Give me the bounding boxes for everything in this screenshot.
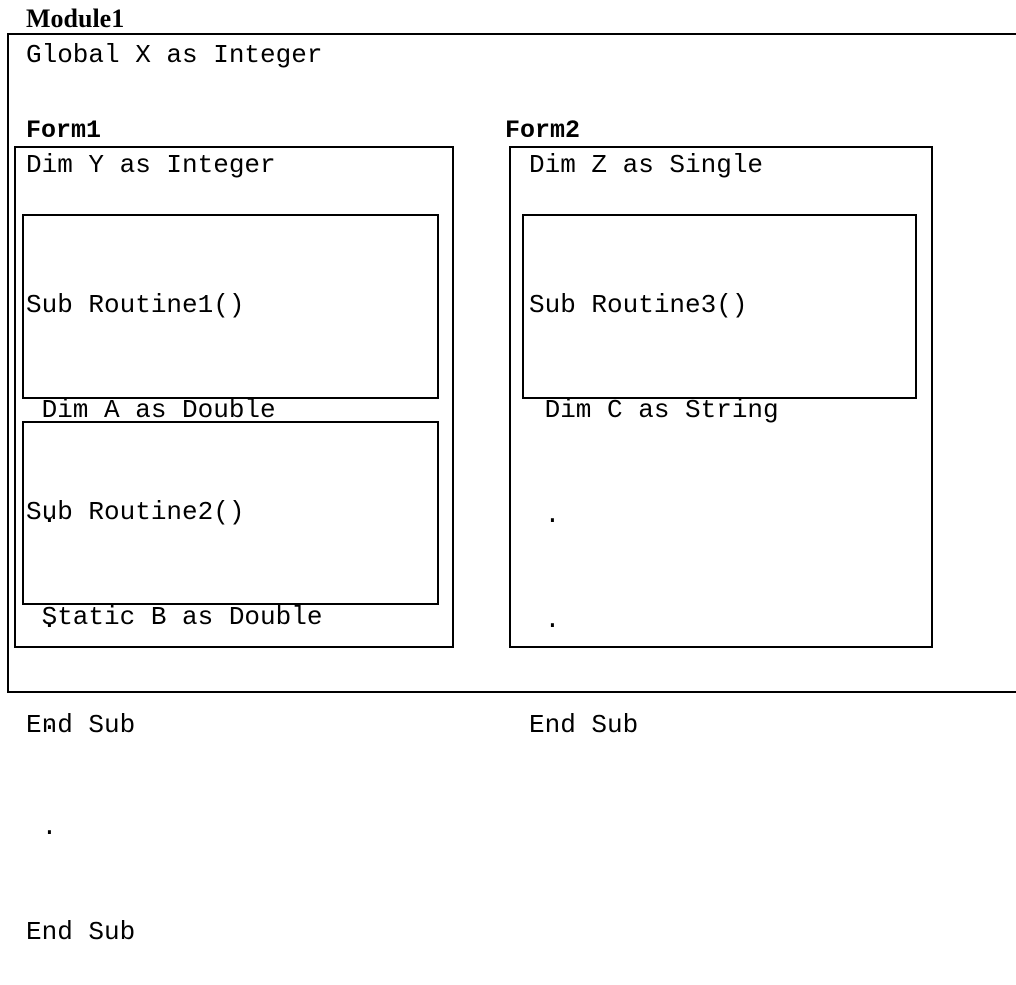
routine2-line: .: [26, 812, 58, 842]
module-declaration: Global X as Integer: [26, 40, 323, 70]
routine2-line: End Sub: [26, 917, 136, 947]
routine3-line: Sub Routine3(): [529, 290, 748, 320]
form1-label: Form1: [26, 116, 102, 145]
routine2-code: Sub Routine2() Static B as Double . . En…: [26, 425, 322, 985]
routine3-line: Dim C as String: [529, 395, 779, 425]
routine3-line: .: [529, 500, 561, 530]
module-title: Module1: [26, 4, 125, 33]
form2-label: Form2: [505, 116, 581, 145]
routine3-line: .: [529, 605, 561, 635]
form1-declaration: Dim Y as Integer: [26, 150, 276, 180]
routine2-line: .: [26, 707, 58, 737]
routine3-line: End Sub: [529, 710, 639, 740]
routine2-line: Static B as Double: [26, 602, 323, 632]
routine1-line: Sub Routine1(): [26, 290, 245, 320]
form2-declaration: Dim Z as Single: [529, 150, 764, 180]
routine3-code: Sub Routine3() Dim C as String . . End S…: [529, 218, 779, 778]
routine2-line: Sub Routine2(): [26, 497, 245, 527]
